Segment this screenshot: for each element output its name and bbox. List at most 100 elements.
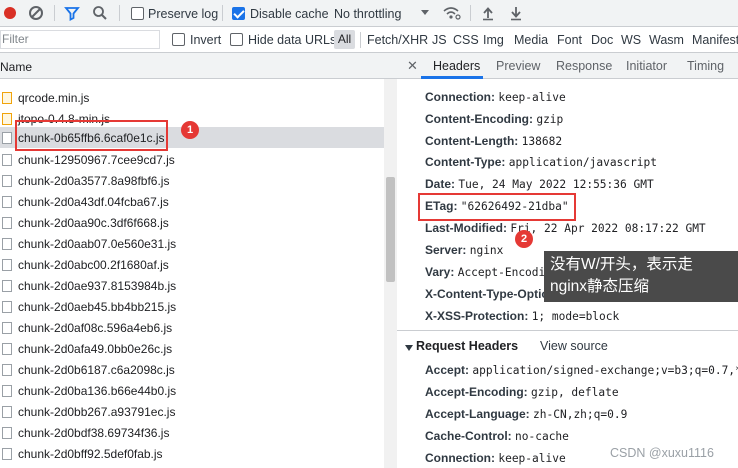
response-header-row: Content-Type: application/javascript	[425, 155, 657, 169]
import-har-icon[interactable]	[480, 5, 496, 21]
record-icon[interactable]	[2, 5, 18, 21]
disable-cache-label: Disable cache	[250, 7, 329, 21]
response-header-row: Last-Modified: Fri, 22 Apr 2022 08:17:22…	[425, 221, 706, 235]
network-toolbar: Preserve log Disable cache No throttling	[0, 0, 738, 27]
request-row[interactable]: chunk-2d0afa49.0bb0e26c.js	[0, 338, 384, 359]
tab-response[interactable]: Response	[556, 59, 612, 73]
network-conditions-icon[interactable]	[443, 5, 461, 21]
type-filter-fetch-xhr[interactable]: Fetch/XHR	[367, 33, 428, 47]
type-filter-ws[interactable]: WS	[621, 33, 641, 47]
script-file-icon	[2, 92, 12, 104]
hide-data-urls-checkbox[interactable]	[230, 33, 243, 46]
tab-preview[interactable]: Preview	[496, 59, 540, 73]
request-row[interactable]: chunk-2d0ae937.8153984b.js	[0, 275, 384, 296]
request-row[interactable]: qrcode.min.js	[0, 87, 384, 108]
filter-input[interactable]: Filter	[0, 30, 160, 49]
response-header-row: X-XSS-Protection: 1; mode=block	[425, 309, 619, 323]
request-row[interactable]: chunk-12950967.7cee9cd7.js	[0, 149, 384, 170]
view-source-link[interactable]: View source	[540, 339, 608, 353]
request-name: chunk-2d0abc00.2f1680af.js	[18, 258, 169, 272]
annotation-badge-1: 1	[181, 121, 199, 139]
header-key: Connection:	[425, 451, 495, 465]
type-filter-manifest[interactable]: Manifest	[692, 33, 738, 47]
file-icon	[2, 322, 12, 334]
section-divider	[397, 330, 738, 331]
header-key: Date:	[425, 177, 456, 191]
chevron-down-icon[interactable]	[419, 6, 435, 22]
request-row[interactable]: chunk-2d0aeb45.bb4bb215.js	[0, 296, 384, 317]
throttling-select[interactable]: No throttling	[334, 7, 401, 21]
header-value: no-cache	[515, 430, 569, 443]
request-name: chunk-2d0af08c.596a4eb6.js	[18, 321, 173, 335]
request-name: chunk-2d0ae937.8153984b.js	[18, 279, 177, 293]
disable-cache-checkbox[interactable]	[232, 7, 245, 20]
request-name: chunk-2d0aeb45.bb4bb215.js	[18, 300, 177, 314]
header-key: Vary:	[425, 265, 455, 279]
export-har-icon[interactable]	[508, 5, 524, 21]
clear-icon[interactable]	[28, 5, 44, 21]
invert-label: Invert	[190, 33, 222, 47]
triangle-down-icon[interactable]	[405, 342, 414, 356]
type-filter-doc[interactable]: Doc	[591, 33, 613, 47]
file-icon	[2, 259, 12, 271]
header-value: keep-alive	[498, 91, 566, 104]
header-value: nginx	[469, 244, 504, 257]
name-column-header[interactable]: Name	[0, 53, 397, 79]
active-tab-indicator	[421, 76, 483, 79]
request-row[interactable]: chunk-2d0abc00.2f1680af.js	[0, 254, 384, 275]
request-list-scrollbar[interactable]	[384, 79, 397, 468]
close-icon[interactable]: ✕	[407, 58, 418, 74]
request-row[interactable]: chunk-2d0bb267.a93791ec.js	[0, 401, 384, 422]
file-icon	[2, 427, 12, 439]
tab-initiator[interactable]: Initiator	[626, 59, 667, 73]
type-filter-font[interactable]: Font	[557, 33, 582, 47]
request-row[interactable]: chunk-2d0a3577.8a98fbf6.js	[0, 170, 384, 191]
search-icon[interactable]	[92, 5, 108, 21]
request-name: chunk-2d0a3577.8a98fbf6.js	[18, 174, 170, 188]
request-row[interactable]: chunk-2d0bff92.5def0fab.js	[0, 443, 384, 464]
toolbar-divider	[119, 5, 120, 21]
header-key: Accept-Language:	[425, 407, 530, 421]
request-header-row: Connection: keep-alive	[425, 451, 566, 465]
response-header-row: Content-Encoding: gzip	[425, 112, 563, 126]
request-name: chunk-12950967.7cee9cd7.js	[18, 153, 175, 167]
header-key: Connection:	[425, 90, 495, 104]
annotation-highlight-etag	[418, 193, 576, 221]
file-icon	[2, 175, 12, 187]
type-filter-css[interactable]: CSS	[453, 33, 479, 47]
preserve-log-label: Preserve log	[148, 7, 219, 21]
tab-headers[interactable]: Headers	[433, 59, 480, 73]
header-value: application/signed-exchange;v=b3;q=0.7,*	[472, 364, 738, 377]
type-filter-media[interactable]: Media	[514, 33, 548, 47]
preserve-log-checkbox[interactable]	[131, 7, 144, 20]
header-value: zh-CN,zh;q=0.9	[533, 408, 628, 421]
header-key: Content-Length:	[425, 134, 519, 148]
type-filter-wasm[interactable]: Wasm	[649, 33, 684, 47]
tab-timing[interactable]: Timing	[687, 59, 724, 73]
scrollbar-thumb[interactable]	[386, 177, 395, 282]
request-name: chunk-2d0aab07.0e560e31.js	[18, 237, 177, 251]
file-icon	[2, 448, 12, 460]
request-row[interactable]: chunk-2d0aab07.0e560e31.js	[0, 233, 384, 254]
request-row[interactable]: chunk-2d0a43df.04fcba67.js	[0, 191, 384, 212]
request-row[interactable]: chunk-2d0ba136.b66e44b0.js	[0, 380, 384, 401]
header-value: gzip	[536, 113, 564, 126]
request-header-row: Cache-Control: no-cache	[425, 429, 569, 443]
filter-icon[interactable]	[64, 5, 80, 21]
type-filter-js[interactable]: JS	[432, 33, 447, 47]
request-row[interactable]: chunk-2d0b6187.c6a2098c.js	[0, 359, 384, 380]
request-row[interactable]: chunk-2d0aa90c.3df6f668.js	[0, 212, 384, 233]
request-row[interactable]: chunk-2d0bdf38.69734f36.js	[0, 422, 384, 443]
request-row[interactable]: chunk-2d0af08c.596a4eb6.js	[0, 317, 384, 338]
header-value: keep-alive	[498, 452, 566, 465]
type-filter-img[interactable]: Img	[483, 33, 504, 47]
watermark: CSDN @xuxu1116	[610, 446, 714, 460]
request-headers-title[interactable]: Request Headers	[416, 339, 518, 353]
header-key: Accept-Encoding:	[425, 385, 528, 399]
invert-checkbox[interactable]	[172, 33, 185, 46]
type-filter-all[interactable]: All	[334, 30, 355, 49]
script-file-icon	[2, 113, 12, 125]
file-icon	[2, 196, 12, 208]
header-value: application/javascript	[508, 156, 657, 169]
file-icon	[2, 238, 12, 250]
